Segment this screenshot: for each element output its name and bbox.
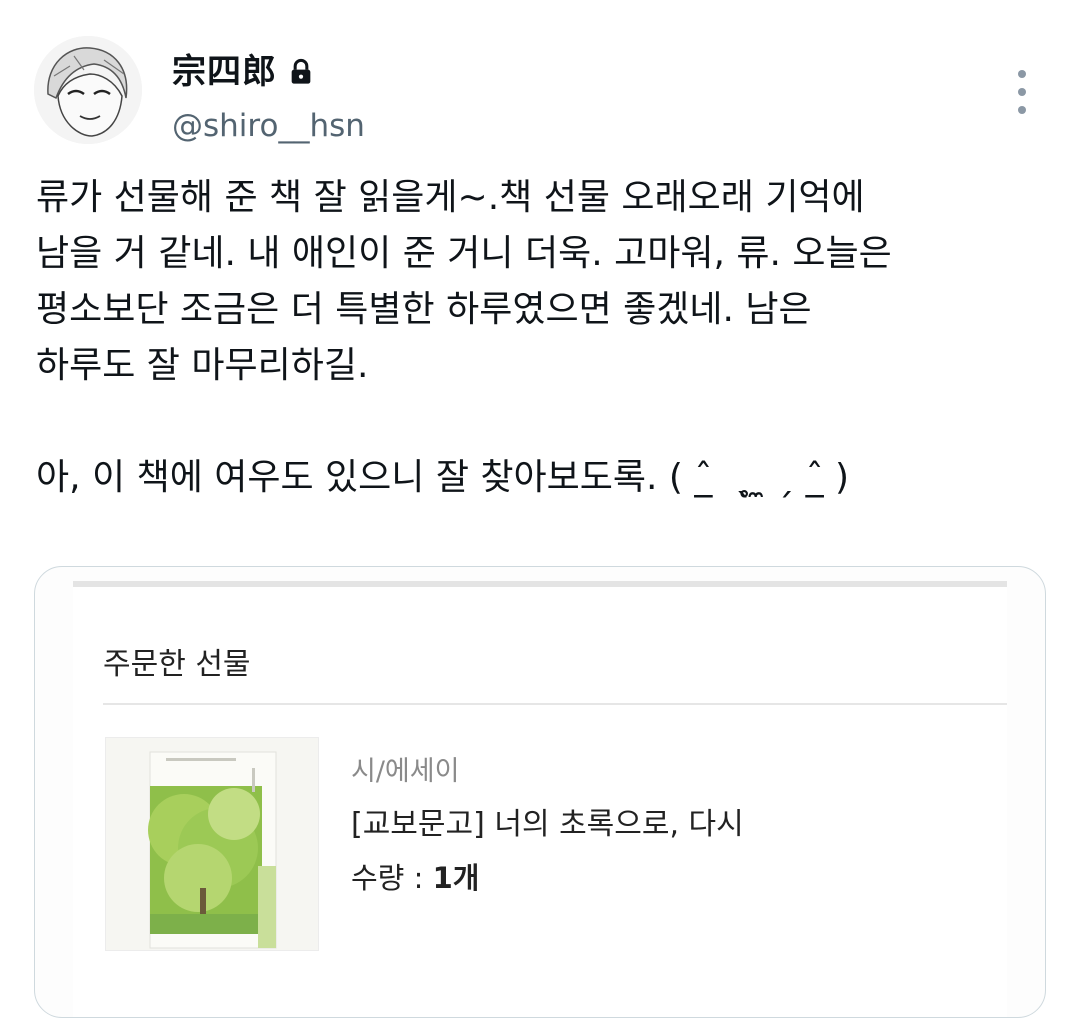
quantity-value: 1개 bbox=[432, 861, 480, 895]
product-quantity: 수량 : 1개 bbox=[351, 855, 479, 897]
more-dot bbox=[1018, 88, 1026, 96]
quantity-label: 수량 : bbox=[351, 861, 433, 895]
avatar[interactable] bbox=[34, 36, 142, 144]
more-dot bbox=[1018, 70, 1026, 78]
more-dot bbox=[1018, 106, 1026, 114]
tweet-text: 류가 선물해 준 책 잘 읽을게~.책 선물 오래오래 기억에 남을 거 같네.… bbox=[36, 177, 892, 498]
display-name-row[interactable]: 宗四郎 bbox=[172, 44, 315, 93]
user-handle[interactable]: @shiro__hsn bbox=[172, 108, 365, 144]
display-name[interactable]: 宗四郎 bbox=[172, 44, 277, 93]
section-title: 주문한 선물 bbox=[103, 647, 251, 682]
book-cover-image bbox=[105, 737, 319, 951]
product-title: [교보문고] 너의 초록으로, 다시 bbox=[351, 807, 744, 842]
attached-image-card[interactable]: 주문한 선물 시/에세이 [교보문고] 너의 초록으로, 다시 수량 : 1개 bbox=[34, 566, 1046, 1018]
avatar-illustration bbox=[34, 36, 142, 144]
gift-order-panel: 주문한 선물 시/에세이 [교보문고] 너의 초록으로, 다시 수량 : 1개 bbox=[73, 581, 1007, 1017]
lock-icon bbox=[287, 55, 315, 84]
more-vertical-icon[interactable] bbox=[1010, 70, 1034, 114]
divider bbox=[103, 703, 1007, 705]
product-category: 시/에세이 bbox=[351, 756, 460, 787]
